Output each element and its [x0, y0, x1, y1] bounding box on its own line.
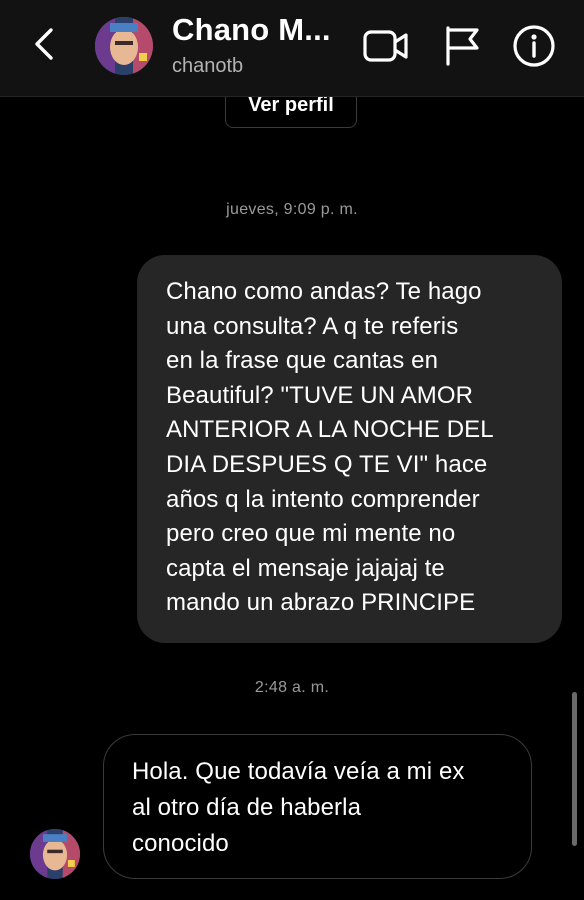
back-button[interactable]	[24, 22, 64, 66]
contact-username[interactable]: chanotb	[172, 55, 243, 78]
flag-icon	[446, 26, 479, 66]
conversation-info-button[interactable]	[510, 22, 558, 70]
incoming-message-bubble[interactable]: Hola. Que todavía veía a mi ex al otro d…	[103, 734, 532, 879]
contact-avatar[interactable]	[95, 17, 153, 75]
chat-header: Chano M... chanotb	[0, 0, 584, 97]
sender-avatar[interactable]	[30, 829, 80, 879]
chevron-left-icon	[35, 28, 53, 60]
message-timestamp: jueves, 9:09 p. m.	[226, 201, 358, 218]
video-call-button[interactable]	[362, 22, 410, 70]
message-timestamp: 2:48 a. m.	[254, 679, 330, 696]
avatar-portrait-art	[30, 829, 80, 879]
view-profile-label: Ver perfil	[248, 94, 334, 116]
dm-thread-screen: Ver perfil jueves, 9:09 p. m. Chano como…	[0, 0, 584, 900]
video-call-icon	[363, 30, 408, 62]
contact-name[interactable]: Chano M...	[172, 12, 331, 48]
outgoing-message-bubble[interactable]: Chano como andas? Te hago una consulta? …	[137, 255, 562, 643]
thread-scrollbar[interactable]	[572, 692, 577, 846]
avatar-portrait-art	[95, 17, 153, 75]
info-icon	[513, 25, 555, 67]
report-flag-button[interactable]	[438, 22, 486, 70]
